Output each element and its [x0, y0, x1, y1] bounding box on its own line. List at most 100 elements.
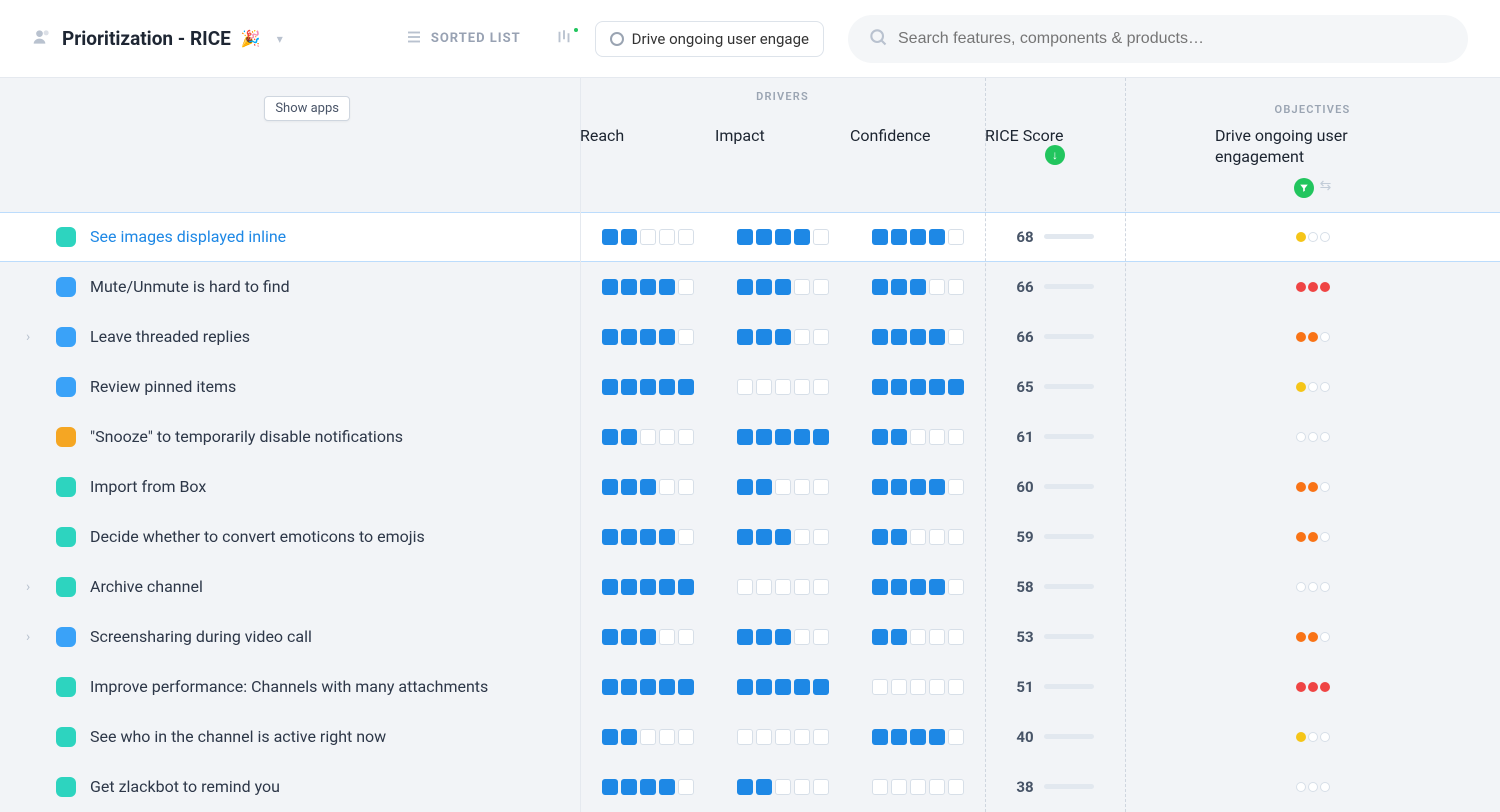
rating-blocks[interactable]: [850, 529, 985, 545]
objective-dots[interactable]: [1125, 232, 1500, 242]
rating-blocks[interactable]: [850, 429, 985, 445]
name-cell[interactable]: "Snooze" to temporarily disable notifica…: [0, 427, 580, 447]
search-box[interactable]: [848, 15, 1468, 63]
objective-pill[interactable]: Drive ongoing user engage: [595, 21, 824, 57]
rating-blocks[interactable]: [580, 379, 715, 395]
name-cell[interactable]: See images displayed inline: [0, 227, 580, 247]
table-row[interactable]: Improve performance: Channels with many …: [0, 662, 1500, 712]
rating-blocks[interactable]: [850, 679, 985, 695]
rating-blocks[interactable]: [580, 279, 715, 295]
table-row[interactable]: Import from Box 60: [0, 462, 1500, 512]
objective-dots[interactable]: [1125, 432, 1500, 442]
score-value: 68: [1016, 228, 1033, 246]
score-bar: [1044, 334, 1094, 339]
chevron-right-icon[interactable]: ›: [26, 579, 30, 595]
name-cell[interactable]: Improve performance: Channels with many …: [0, 677, 580, 697]
rating-blocks[interactable]: [715, 529, 850, 545]
table-row[interactable]: See who in the channel is active right n…: [0, 712, 1500, 762]
table-row[interactable]: ›Screensharing during video call53: [0, 612, 1500, 662]
rating-blocks[interactable]: [580, 779, 715, 795]
chevron-right-icon[interactable]: ›: [26, 329, 30, 345]
objective-dots[interactable]: [1125, 782, 1500, 792]
rating-blocks[interactable]: [850, 229, 985, 245]
col-impact[interactable]: Impact: [715, 126, 850, 145]
filter-button[interactable]: [549, 28, 579, 50]
objective-dots[interactable]: [1125, 732, 1500, 742]
objective-dots[interactable]: [1125, 482, 1500, 492]
table-row[interactable]: Mute/Unmute is hard to find66: [0, 262, 1500, 312]
rating-blocks[interactable]: [850, 329, 985, 345]
rating-blocks[interactable]: [580, 629, 715, 645]
rating-blocks[interactable]: [580, 329, 715, 345]
objective-dots[interactable]: [1125, 582, 1500, 592]
objective-dots[interactable]: [1125, 632, 1500, 642]
col-confidence[interactable]: Confidence: [850, 126, 985, 145]
name-cell[interactable]: Import from Box: [0, 477, 580, 497]
rating-blocks[interactable]: [580, 679, 715, 695]
rating-blocks[interactable]: [715, 579, 850, 595]
rating-blocks[interactable]: [715, 779, 850, 795]
rating-blocks[interactable]: [715, 679, 850, 695]
expand-columns-icon[interactable]: ⇆: [1320, 178, 1332, 198]
filter-funnel-icon[interactable]: [1294, 178, 1314, 198]
page-title: Prioritization - RICE: [62, 27, 231, 50]
rating-blocks[interactable]: [715, 729, 850, 745]
name-cell[interactable]: Decide whether to convert emoticons to e…: [0, 527, 580, 547]
feature-name: Mute/Unmute is hard to find: [90, 277, 290, 296]
col-objective[interactable]: Drive ongoing user engagement: [1125, 126, 1500, 178]
name-cell[interactable]: ›Leave threaded replies: [0, 327, 580, 347]
chevron-right-icon[interactable]: ›: [26, 629, 30, 645]
objective-dots[interactable]: [1125, 682, 1500, 692]
rating-blocks[interactable]: [715, 429, 850, 445]
name-cell[interactable]: Review pinned items: [0, 377, 580, 397]
rating-blocks[interactable]: [580, 229, 715, 245]
table-row[interactable]: Review pinned items65: [0, 362, 1500, 412]
search-input[interactable]: [898, 30, 1448, 48]
col-rice-score[interactable]: RICE Score: [985, 126, 1125, 145]
objective-dots[interactable]: [1125, 282, 1500, 292]
rating-blocks[interactable]: [850, 279, 985, 295]
name-cell[interactable]: See who in the channel is active right n…: [0, 727, 580, 747]
rating-blocks[interactable]: [715, 329, 850, 345]
page-title-wrap[interactable]: Prioritization - RICE 🎉 ▾: [32, 27, 283, 51]
score-cell: 60: [985, 478, 1125, 496]
name-cell[interactable]: ›Archive channel: [0, 577, 580, 597]
rating-blocks[interactable]: [580, 529, 715, 545]
objective-dots[interactable]: [1125, 332, 1500, 342]
rating-blocks[interactable]: [850, 579, 985, 595]
rating-blocks[interactable]: [850, 729, 985, 745]
rating-blocks[interactable]: [715, 229, 850, 245]
rating-blocks[interactable]: [715, 379, 850, 395]
name-cell[interactable]: › Screensharing during video call: [0, 627, 580, 647]
rating-blocks[interactable]: [715, 479, 850, 495]
caret-down-icon[interactable]: ▾: [277, 32, 283, 46]
score-bar: [1044, 534, 1094, 539]
col-reach[interactable]: Reach: [580, 126, 715, 145]
rating-blocks[interactable]: [850, 379, 985, 395]
rating-blocks[interactable]: [715, 629, 850, 645]
rating-blocks[interactable]: [580, 429, 715, 445]
rating-blocks[interactable]: [850, 779, 985, 795]
name-cell[interactable]: Mute/Unmute is hard to find: [0, 277, 580, 297]
table-row[interactable]: Decide whether to convert emoticons to e…: [0, 512, 1500, 562]
color-swatch: [56, 627, 76, 647]
name-cell[interactable]: Get zlackbot to remind you: [0, 777, 580, 797]
objective-dots[interactable]: [1125, 382, 1500, 392]
rating-blocks[interactable]: [850, 629, 985, 645]
table-row[interactable]: See images displayed inline 68: [0, 212, 1500, 262]
feature-name: Screensharing during video call: [90, 627, 312, 646]
rating-blocks[interactable]: [580, 579, 715, 595]
score-bar: [1044, 234, 1094, 239]
rating-blocks[interactable]: [580, 729, 715, 745]
table-row[interactable]: ›Leave threaded replies66: [0, 312, 1500, 362]
table-row[interactable]: Get zlackbot to remind you38: [0, 762, 1500, 812]
objective-dots[interactable]: [1125, 532, 1500, 542]
rating-blocks[interactable]: [580, 479, 715, 495]
rating-blocks[interactable]: [715, 279, 850, 295]
table-row[interactable]: "Snooze" to temporarily disable notifica…: [0, 412, 1500, 462]
table-row[interactable]: ›Archive channel58: [0, 562, 1500, 612]
view-mode-button[interactable]: SORTED LIST: [405, 28, 521, 50]
sort-desc-icon[interactable]: ↓: [1045, 145, 1065, 165]
rows-container: See images displayed inline 68 Mute/Unmute…: [0, 212, 1500, 812]
rating-blocks[interactable]: [850, 479, 985, 495]
